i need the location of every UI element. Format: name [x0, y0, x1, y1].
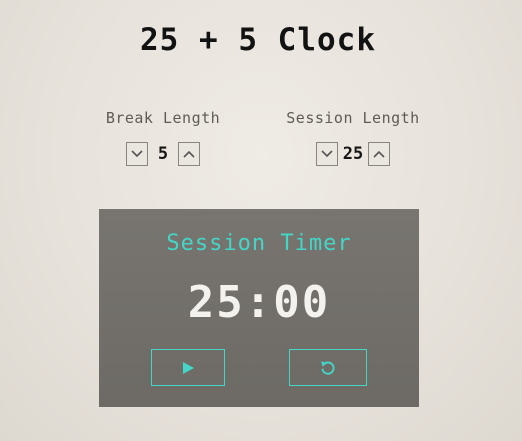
time-left-display: 25:00 [187, 277, 331, 328]
reset-icon [321, 360, 335, 375]
session-length-value: 25 [342, 144, 364, 164]
start-stop-button[interactable] [151, 349, 225, 386]
session-increment-button[interactable] [368, 142, 390, 166]
break-length-control: Break Length 5 [63, 108, 263, 166]
chevron-up-icon [373, 150, 385, 158]
chevron-down-icon [321, 150, 333, 158]
break-length-value: 5 [157, 144, 169, 164]
reset-button[interactable] [289, 349, 367, 386]
session-length-control: Session Length 25 [253, 108, 453, 166]
chevron-up-icon [183, 150, 195, 158]
break-length-label: Break Length [105, 109, 221, 127]
break-decrement-button[interactable] [126, 142, 148, 166]
break-length-controls: 5 [63, 142, 263, 166]
session-decrement-button[interactable] [316, 142, 338, 166]
chevron-down-icon [131, 150, 143, 158]
play-icon [183, 361, 194, 374]
timer-label: Session Timer [166, 231, 352, 256]
break-increment-button[interactable] [178, 142, 200, 166]
session-length-controls: 25 [253, 142, 453, 166]
app-title: 25 + 5 Clock [140, 22, 376, 58]
timer-panel: Session Timer 25:00 [99, 209, 419, 407]
session-length-label: Session Length [286, 109, 420, 127]
